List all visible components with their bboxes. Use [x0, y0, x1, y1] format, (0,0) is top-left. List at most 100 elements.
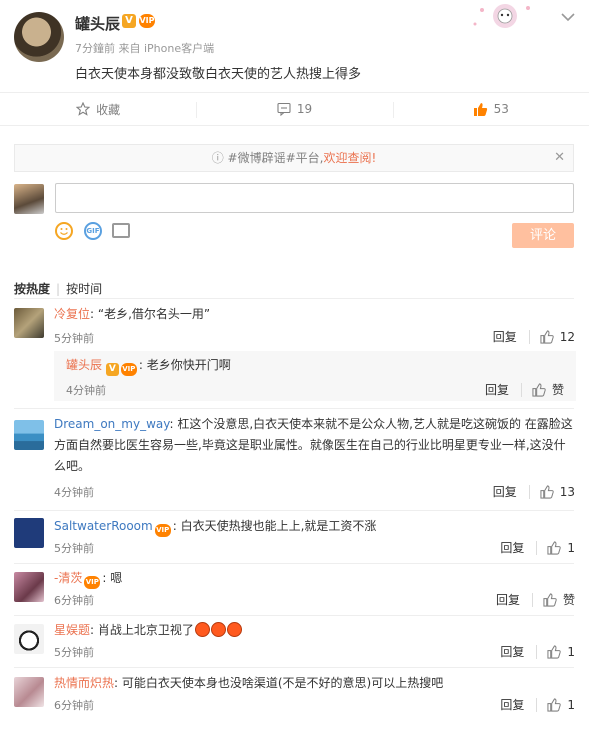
- comment-like-button[interactable]: 1: [547, 645, 575, 659]
- angry-face-emoji-icon: [210, 622, 226, 637]
- comment-item: SaltwaterRooom VIP: 白衣天使热搜也能上上,就是工资不涨 5分钟…: [0, 516, 589, 564]
- comment-body: 星娱题: 肖战上北京卫视了: [54, 620, 576, 641]
- author-avatar[interactable]: [14, 12, 64, 62]
- commenter-avatar[interactable]: [14, 420, 44, 450]
- author-name[interactable]: 罐头辰: [75, 13, 120, 34]
- reply-button[interactable]: 回复: [485, 381, 509, 398]
- commenter-avatar[interactable]: [14, 677, 44, 707]
- reply-button[interactable]: 回复: [500, 539, 524, 556]
- divider: [14, 563, 574, 564]
- divider: [14, 510, 574, 511]
- thumbs-up-icon: [543, 592, 557, 607]
- sort-by-hot-tab[interactable]: 按热度: [14, 282, 50, 296]
- commenter-name[interactable]: 冷复位: [54, 307, 90, 321]
- divider: [14, 298, 574, 299]
- comment-time: 5分钟前: [54, 542, 94, 555]
- commenter-avatar[interactable]: [14, 572, 44, 602]
- comment-text: : 肖战上北京卫视了: [90, 623, 194, 637]
- commenter-name[interactable]: SaltwaterRooom: [54, 519, 153, 533]
- like-button[interactable]: 53: [392, 93, 589, 125]
- comment-body: -清茨 VIP: 嗯: [54, 568, 576, 589]
- comment-like-count: 13: [559, 484, 575, 499]
- gif-icon[interactable]: GIF: [84, 222, 102, 240]
- comment-like-count: 1: [567, 540, 575, 555]
- sub-reply-time: 4分钟前: [66, 384, 106, 397]
- reply-button[interactable]: 回复: [500, 696, 524, 713]
- rumor-notice-banner[interactable]: ⓘ #微博辟谣#平台,欢迎查阅! ✕: [14, 144, 574, 172]
- reply-button[interactable]: 回复: [500, 643, 524, 660]
- submit-comment-button[interactable]: 评论: [512, 223, 574, 248]
- commenter-avatar[interactable]: [14, 518, 44, 548]
- thumbs-up-icon: [547, 697, 562, 712]
- sort-by-time-tab[interactable]: 按时间: [66, 282, 102, 296]
- comment-text: : “老乡,借尔名头一用”: [90, 307, 211, 321]
- comment-time: 4分钟前: [54, 486, 94, 499]
- comment-like-button[interactable]: 1: [547, 698, 575, 712]
- commenter-name[interactable]: 星娱题: [54, 623, 90, 637]
- verified-badge-icon: V: [122, 14, 136, 28]
- comment-input[interactable]: [55, 183, 574, 213]
- comment-time: 5分钟前: [54, 646, 94, 659]
- comment-actions: 回复 1: [500, 696, 575, 713]
- comment-actions: 回复 赞: [496, 591, 575, 608]
- sub-reply-actions: 回复 赞: [485, 381, 564, 398]
- commenter-avatar[interactable]: [14, 308, 44, 338]
- comment-item: 星娱题: 肖战上北京卫视了 5分钟前 回复 1: [0, 620, 589, 668]
- chevron-down-icon[interactable]: [561, 12, 575, 22]
- action-separator: [536, 697, 538, 712]
- comment-body: 冷复位: “老乡,借尔名头一用”: [54, 304, 576, 325]
- favorite-label: 收藏: [96, 102, 121, 117]
- like-label: 赞: [562, 593, 575, 607]
- comment-like-button[interactable]: 赞: [532, 381, 564, 398]
- comment-like-button[interactable]: 12: [540, 330, 575, 344]
- sort-separator: |: [56, 282, 61, 296]
- notice-prefix: #微博辟谣#平台,: [227, 151, 324, 165]
- comment-item: -清茨 VIP: 嗯 6分钟前 回复 赞: [0, 568, 589, 616]
- comment-item: Dream_on_my_way: 杠这个没意思,白衣天使本来就不是公众人物,艺人…: [0, 414, 589, 511]
- thumbs-up-icon: [473, 102, 487, 116]
- comment-like-count: 12: [559, 329, 575, 344]
- notice-link[interactable]: 欢迎查阅!: [323, 151, 376, 165]
- comment-like-button[interactable]: 13: [540, 485, 575, 499]
- comment-count: 19: [296, 102, 313, 116]
- thumbs-up-icon: [540, 484, 554, 499]
- vip-badge-icon: VIP: [120, 363, 137, 376]
- action-separator: [531, 592, 533, 607]
- comment-like-count: 1: [567, 644, 575, 659]
- angry-face-emoji-icon: [226, 622, 242, 637]
- emoji-icon[interactable]: [55, 222, 73, 240]
- thumbs-up-icon: [547, 540, 562, 555]
- star-icon: [76, 102, 91, 116]
- decoration-sticker-icon: [473, 4, 530, 28]
- comment-section: ⓘ #微博辟谣#平台,欢迎查阅! ✕ GIF 评论 按热度 | 按时间 冷复位: “…: [0, 126, 589, 729]
- like-label: 赞: [551, 383, 564, 397]
- post-text: 白衣天使本身都没致敬白衣天使的艺人热搜上得多: [75, 67, 362, 82]
- comment-body: 热情而炽热: 可能白衣天使本身也没啥渠道(不是不好的意思)可以上热搜吧: [54, 673, 576, 694]
- thumbs-up-icon: [532, 382, 546, 397]
- verified-badge-icon: V: [105, 363, 119, 376]
- action-separator: [528, 484, 530, 499]
- comment-text: : 可能白衣天使本身也没啥渠道(不是不好的意思)可以上热搜吧: [114, 676, 444, 690]
- post-action-bar: 收藏 19 53: [0, 92, 589, 126]
- commenter-name[interactable]: 热情而炽热: [54, 676, 114, 690]
- comment-like-button[interactable]: 1: [547, 541, 575, 555]
- comment-like-count: 1: [567, 697, 575, 712]
- sub-reply-text: : 老乡你快开门啊: [138, 358, 231, 372]
- favorite-button[interactable]: 收藏: [0, 93, 196, 125]
- image-upload-icon[interactable]: [112, 223, 130, 238]
- sub-reply-user[interactable]: 罐头辰: [66, 358, 102, 372]
- close-icon[interactable]: ✕: [554, 145, 565, 171]
- comment-actions: 回复 1: [500, 643, 575, 660]
- comment-actions: 回复 1: [500, 539, 575, 556]
- reply-button[interactable]: 回复: [496, 591, 520, 608]
- commenter-name[interactable]: -清茨: [54, 571, 82, 585]
- commenter-avatar[interactable]: [14, 624, 44, 654]
- reply-button[interactable]: 回复: [493, 483, 517, 500]
- action-separator: [528, 329, 530, 344]
- comment-icon: [277, 102, 291, 116]
- comment-item: 热情而炽热: 可能白衣天使本身也没啥渠道(不是不好的意思)可以上热搜吧 6分钟前…: [0, 673, 589, 718]
- comment-button[interactable]: 19: [196, 93, 392, 125]
- reply-button[interactable]: 回复: [493, 328, 517, 345]
- comment-like-button[interactable]: 赞: [543, 591, 575, 608]
- commenter-name[interactable]: Dream_on_my_way: [54, 417, 169, 431]
